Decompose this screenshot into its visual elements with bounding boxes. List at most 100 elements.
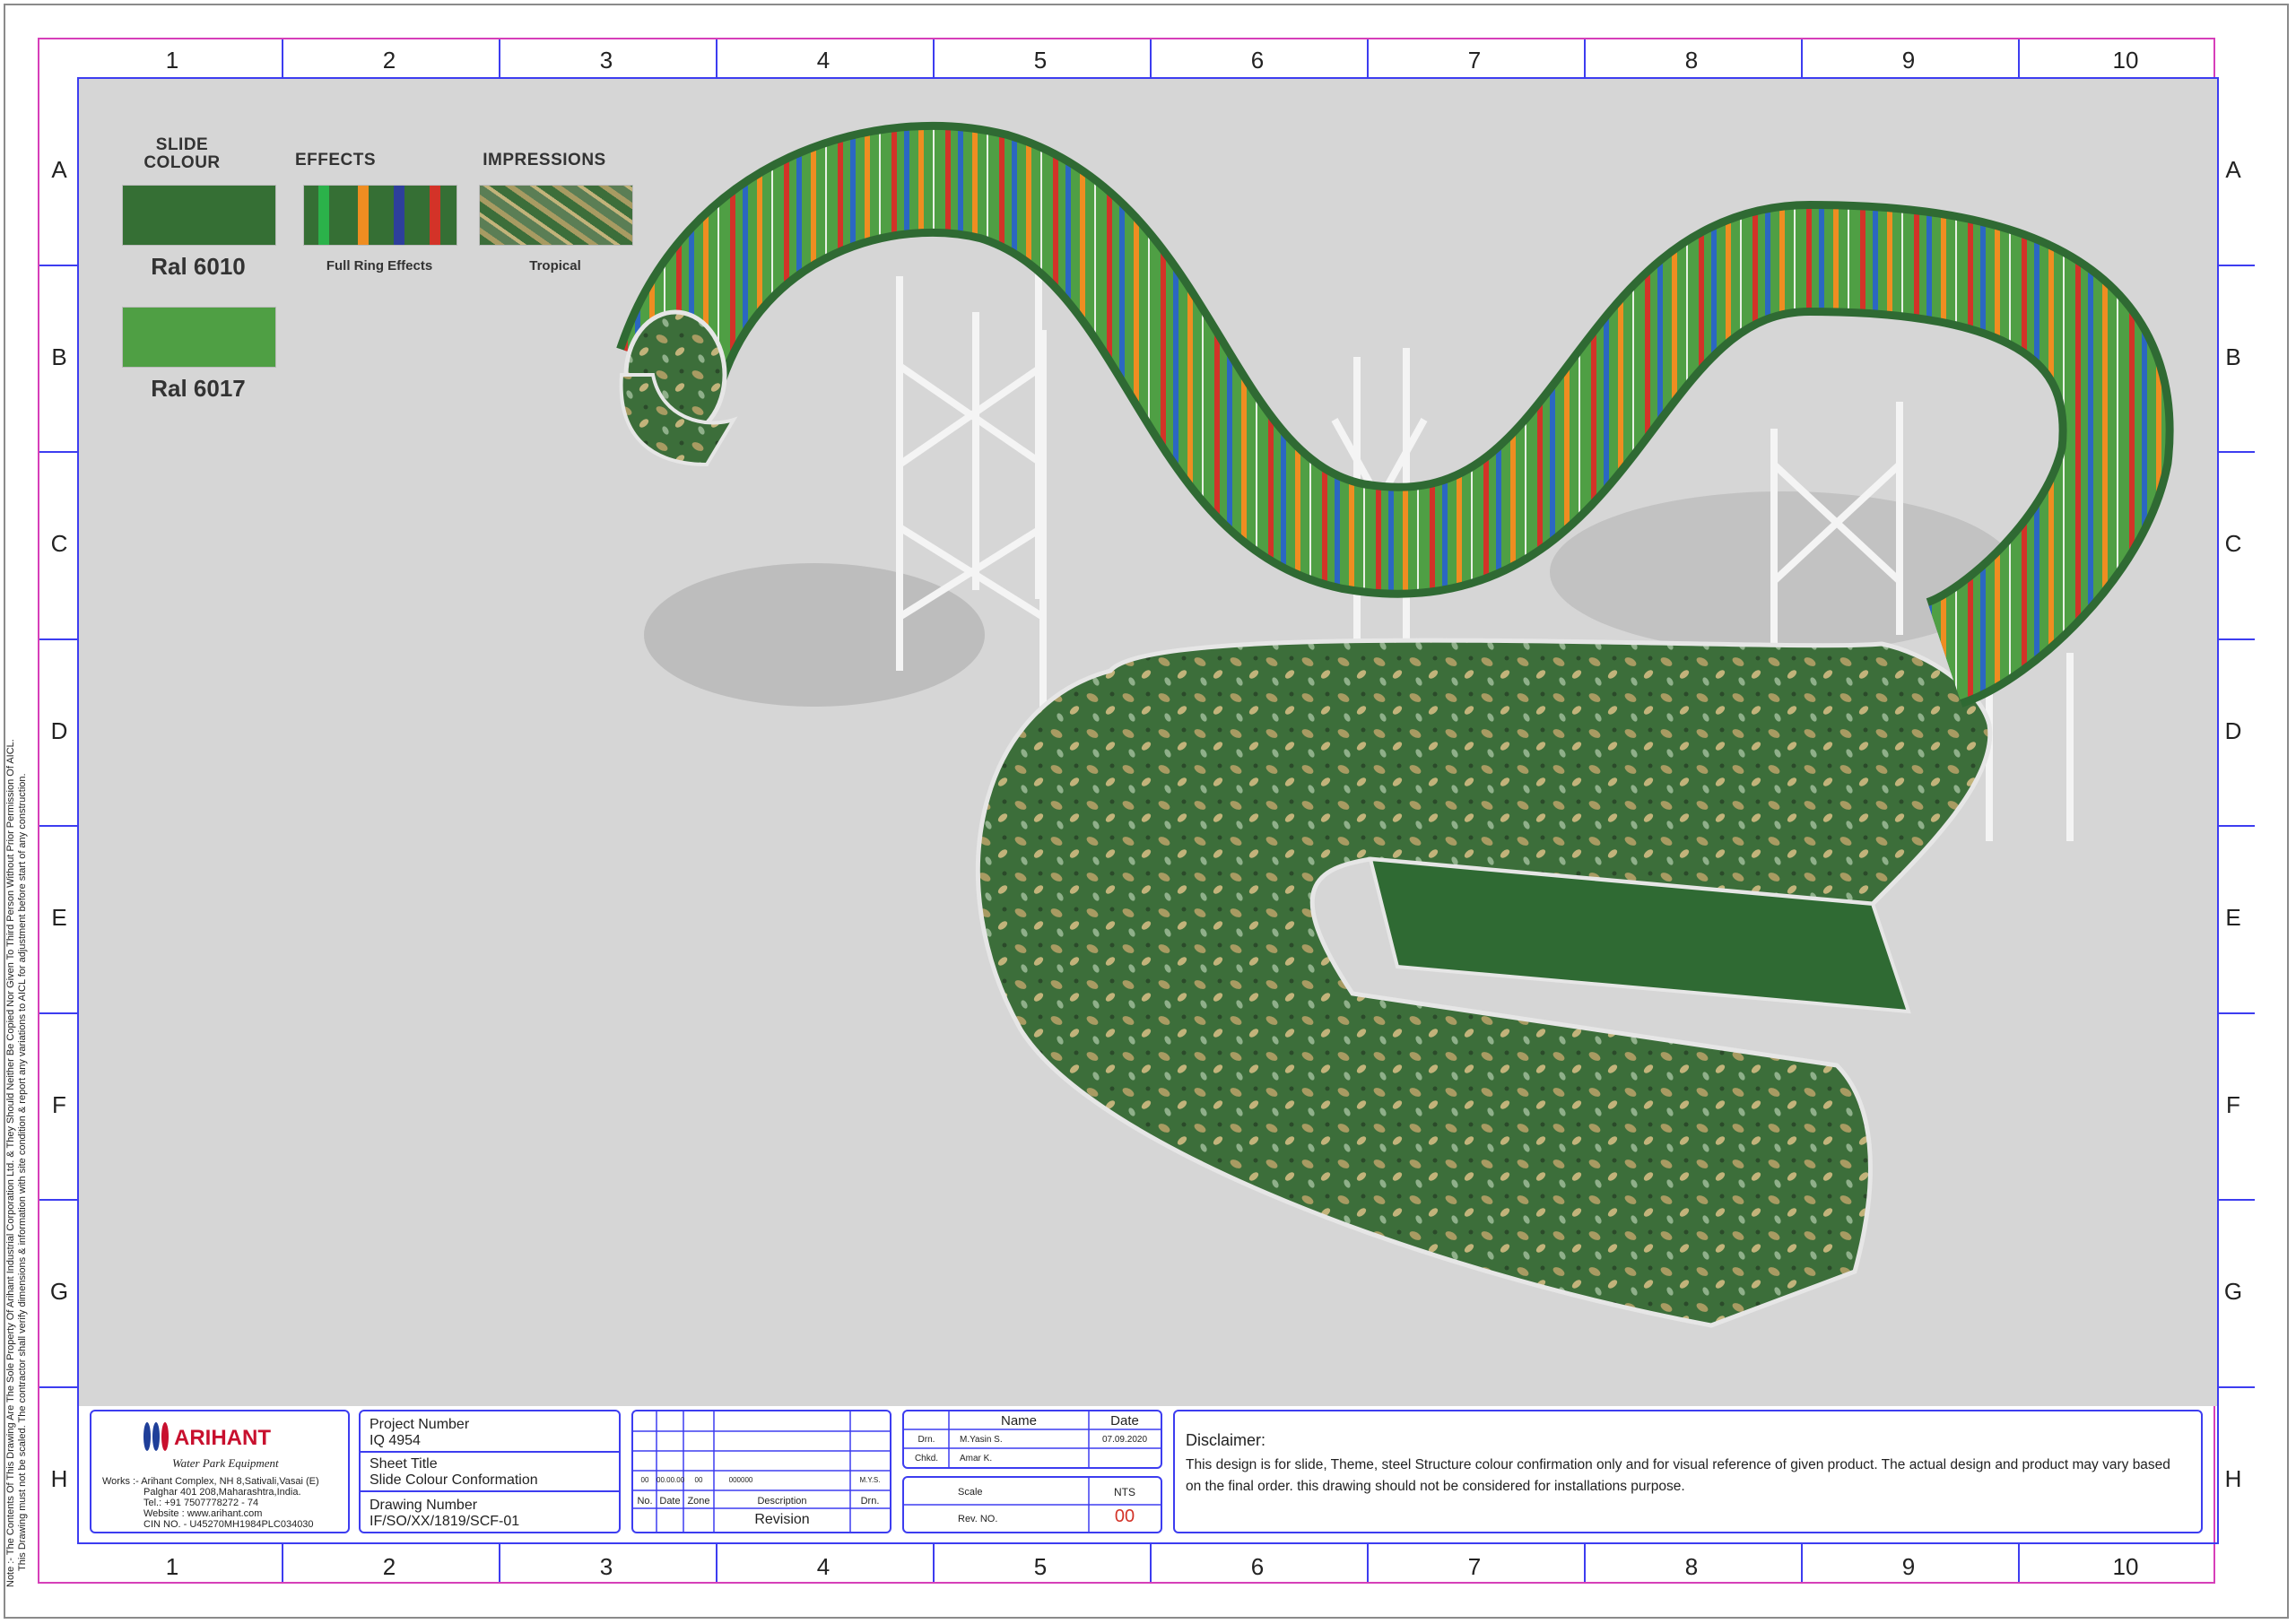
zone-number-top: 9 [1901,47,1916,74]
revision-row-date: 00.00.00 [657,1476,685,1484]
zone-divider [1367,39,1369,77]
company-address-2: Palghar 401 208,Maharashtra,India. [144,1487,301,1498]
zone-number-bottom: 8 [1684,1553,1699,1580]
approval-date-header: Date [1110,1413,1139,1429]
zone-divider [2217,638,2255,640]
zone-letter-right: F [2226,1090,2240,1118]
zone-letter-right: H [2224,1464,2242,1492]
swatch-ral-6010 [122,185,276,246]
zone-letter-right: C [2224,530,2242,558]
project-box: Project Number IQ 4954 Sheet Title Slide… [359,1410,621,1533]
zone-divider [2217,1012,2255,1014]
disclaimer-box: Disclaimer: This design is for slide, Th… [1173,1410,2203,1533]
zone-divider [1367,1544,1369,1582]
zone-letter-right: E [2225,904,2241,932]
zone-number-bottom: 6 [1250,1553,1265,1580]
revision-col-no: No. [637,1496,653,1507]
revision-col-description: Description [757,1496,807,1507]
zone-divider [1584,39,1586,77]
approval-drn-date: 07.09.2020 [1101,1435,1148,1445]
zone-divider [2217,264,2255,266]
drawing-number: IF/SO/XX/1819/SCF-01 [370,1514,520,1529]
zone-number-top: 1 [165,47,179,74]
zone-letter-left: F [52,1090,66,1118]
side-note-line-1: Note :- The Contents Of This Drawing Are… [5,739,16,1587]
approval-box: Name Date Drn. M.Yasin S. 07.09.2020 Chk… [902,1410,1162,1469]
company-tel: Tel.: +91 7507778272 - 74 [144,1498,259,1508]
zone-divider [716,1544,718,1582]
zone-divider [39,825,77,827]
scale-box: Scale NTS Rev. NO. 00 [902,1476,1162,1533]
zone-divider [2217,1199,2255,1201]
zone-letter-left: A [51,156,67,184]
zone-number-top: 4 [816,47,831,74]
disclaimer-heading: Disclaimer: [1186,1431,1266,1449]
revision-row-drn: M.Y.S. [859,1476,881,1484]
zone-number-bottom: 2 [382,1553,396,1580]
revision-col-zone: Zone [687,1496,710,1507]
approval-chkd-label: Chkd. [914,1454,939,1463]
zone-divider [282,1544,283,1582]
swatch-full-ring-effects [303,185,457,246]
zone-letter-right: D [2224,716,2242,744]
zone-number-top: 5 [1033,47,1048,74]
zone-divider [2217,1385,2255,1388]
zone-divider [39,264,77,266]
waterslide-render [616,121,2174,1328]
company-website: Website : www.arihant.com [144,1508,263,1519]
zone-divider [1801,39,1803,77]
revision-title: Revision [754,1512,810,1527]
company-tagline: Water Park Equipment [172,1456,279,1470]
legend-heading-impressions: IMPRESSIONS [483,151,606,169]
zone-divider [499,39,500,77]
revision-box: 00 00.00.00 00 000000 M.Y.S. No. Date Zo… [631,1410,891,1533]
zone-letter-left: H [50,1464,68,1492]
shadow [644,563,985,707]
zone-number-bottom: 1 [165,1553,179,1580]
zone-divider [2018,1544,2020,1582]
company-logo-text: ARIHANT [174,1426,271,1450]
zone-divider [933,39,935,77]
zone-divider [1801,1544,1803,1582]
zone-letter-right: B [2225,343,2241,370]
zone-letter-left: C [50,530,68,558]
disclaimer-body: This design is for slide, Theme, steel S… [1186,1457,2170,1494]
zone-divider [39,1199,77,1201]
zone-letter-left: G [49,1278,69,1306]
zone-letter-left: B [51,343,67,370]
swatch-ral-6017 [122,307,276,368]
drawing-number-label: Drawing Number [370,1498,478,1513]
scale-value: NTS [1114,1486,1135,1498]
zone-number-top: 3 [599,47,613,74]
rev-no-value: 00 [1114,1507,1135,1526]
revision-col-date: Date [659,1496,681,1507]
zone-divider [282,39,283,77]
company-cin: CIN NO. - U45270MH1984PLC034030 [144,1519,314,1530]
zone-number-bottom: 9 [1901,1553,1916,1580]
company-box: ARIHANT Water Park Equipment Works :- Ar… [90,1410,350,1533]
zone-number-bottom: 3 [599,1553,613,1580]
approval-drn-name: M.Yasin S. [960,1435,1003,1445]
zone-divider [39,1012,77,1014]
zone-number-bottom: 10 [2112,1553,2139,1580]
zone-number-top: 2 [382,47,396,74]
legend-heading-effects: EFFECTS [294,151,377,169]
zone-number-top: 10 [2112,47,2139,74]
zone-divider [39,638,77,640]
side-note: Note :- The Contents Of This Drawing Are… [5,739,29,1587]
arihant-logo-icon [144,1422,169,1451]
zone-number-top: 8 [1684,47,1699,74]
company-address-1: Works :- Arihant Complex, NH 8,Sativali,… [102,1476,319,1487]
zone-divider [499,1544,500,1582]
zone-divider [1150,1544,1152,1582]
swatch-tropical-impression [479,185,633,246]
render-canvas: SLIDE COLOUR EFFECTS IMPRESSIONS Ral 601… [79,79,2217,1406]
zone-letter-right: G [2223,1278,2243,1306]
company-logo: ARIHANT [140,1420,319,1456]
zone-divider [1150,39,1152,77]
approval-drn-label: Drn. [918,1435,935,1445]
zone-number-bottom: 4 [816,1553,831,1580]
zone-letter-left: E [51,904,67,932]
project-number-label: Project Number [370,1417,470,1432]
zone-divider [716,39,718,77]
